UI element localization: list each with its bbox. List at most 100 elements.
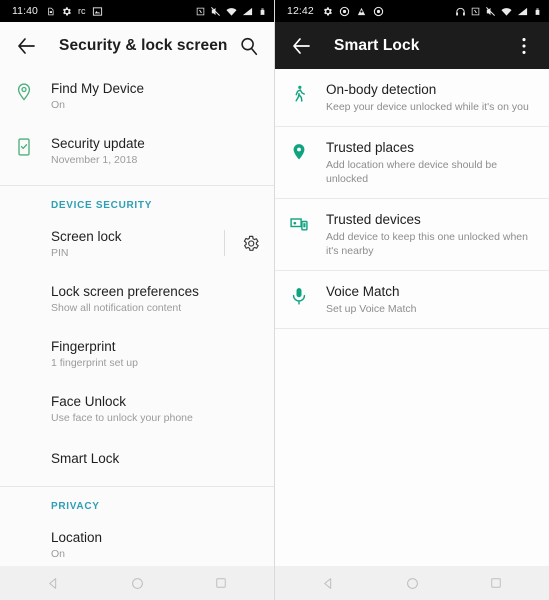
list-item-screen-lock[interactable]: Screen lock PIN bbox=[0, 217, 274, 272]
list-item-title: Security update bbox=[51, 136, 145, 151]
mute-icon bbox=[486, 6, 495, 16]
dual-screenshot-container: 11:40 rc Security & lock screen Find My … bbox=[0, 0, 549, 600]
list-item-location[interactable]: Location On bbox=[0, 518, 274, 566]
microphone-icon bbox=[289, 286, 309, 306]
back-arrow-icon[interactable] bbox=[14, 34, 38, 58]
list-item-text: Voice Match Set up Voice Match bbox=[326, 283, 533, 316]
record-icon bbox=[373, 6, 383, 16]
list-item-title: Smart Lock bbox=[51, 451, 120, 466]
status-bar-time: 11:40 bbox=[12, 5, 38, 17]
list-item-text: Fingerprint 1 fingerprint set up bbox=[51, 338, 260, 371]
nfc-icon bbox=[471, 7, 480, 15]
list-item-voice-match[interactable]: Voice Match Set up Voice Match bbox=[275, 271, 549, 328]
list-item-subtitle: Keep your device unlocked while it's on … bbox=[326, 101, 529, 113]
list-item-find-my-device[interactable]: Find My Device On bbox=[0, 69, 274, 124]
screenshot-icon bbox=[92, 6, 102, 16]
list-item-subtitle: November 1, 2018 bbox=[51, 154, 138, 166]
list-item-title: Find My Device bbox=[51, 81, 145, 96]
security-settings-list: Find My Device On Security update Novemb… bbox=[0, 69, 274, 566]
left-app-bar: Security & lock screen bbox=[0, 22, 274, 69]
list-item-title: On-body detection bbox=[326, 82, 437, 97]
list-item-lock-screen-preferences[interactable]: Lock screen preferences Show all notific… bbox=[0, 272, 274, 327]
list-item-title: Face Unlock bbox=[51, 394, 127, 409]
list-item-text: Trusted places Add location where device… bbox=[326, 139, 533, 186]
nav-back-icon[interactable] bbox=[315, 570, 341, 596]
nav-recents-icon[interactable] bbox=[208, 570, 234, 596]
location-pin-icon bbox=[14, 82, 34, 102]
page-title: Security & lock screen bbox=[59, 36, 228, 54]
status-bar-system-icons bbox=[455, 6, 542, 17]
nav-home-icon[interactable] bbox=[399, 570, 425, 596]
gear-icon[interactable] bbox=[241, 234, 260, 253]
rc-label-icon: rc bbox=[78, 5, 86, 16]
nav-recents-icon[interactable] bbox=[483, 570, 509, 596]
walking-person-icon bbox=[289, 84, 309, 104]
right-phone-screen: 12:42 Smart Lock On-body detection Keep … bbox=[275, 0, 549, 600]
status-bar-notification-icons: rc bbox=[46, 6, 103, 17]
list-item-smart-lock[interactable]: Smart Lock bbox=[0, 437, 274, 480]
hotspot-icon bbox=[357, 7, 365, 15]
left-status-bar: 11:40 rc bbox=[0, 0, 274, 22]
left-navigation-bar bbox=[0, 566, 274, 600]
headphone-icon bbox=[456, 7, 465, 16]
nfc-icon bbox=[196, 7, 205, 15]
list-item-text: Smart Lock bbox=[51, 450, 260, 467]
list-item-title: Fingerprint bbox=[51, 339, 116, 354]
gear-icon bbox=[323, 6, 332, 15]
list-item-subtitle: On bbox=[51, 99, 66, 111]
smart-lock-list: On-body detection Keep your device unloc… bbox=[275, 69, 549, 566]
list-item-title: Location bbox=[51, 530, 103, 545]
list-item-subtitle: Use face to unlock your phone bbox=[51, 412, 193, 424]
nav-back-icon[interactable] bbox=[40, 570, 66, 596]
list-item-text: Location On bbox=[51, 529, 260, 562]
list-item-trusted-places[interactable]: Trusted places Add location where device… bbox=[275, 127, 549, 198]
list-item-face-unlock[interactable]: Face Unlock Use face to unlock your phon… bbox=[0, 382, 274, 437]
status-bar-notification-icons bbox=[322, 6, 384, 17]
list-item-security-update[interactable]: Security update November 1, 2018 bbox=[0, 124, 274, 179]
list-item-subtitle: Add device to keep this one unlocked whe… bbox=[326, 231, 528, 257]
list-item-text: On-body detection Keep your device unloc… bbox=[326, 81, 533, 114]
list-item-text: Trusted devices Add device to keep this … bbox=[326, 211, 533, 258]
right-status-bar: 12:42 bbox=[275, 0, 549, 22]
list-item-subtitle: On bbox=[51, 548, 66, 560]
wifi-icon bbox=[501, 7, 512, 16]
list-item-text: Security update November 1, 2018 bbox=[51, 135, 260, 168]
gear-icon bbox=[62, 6, 71, 15]
list-item-text: Screen lock PIN bbox=[51, 228, 214, 261]
mute-icon bbox=[211, 6, 220, 16]
sim-card-icon bbox=[48, 7, 54, 15]
battery-icon bbox=[535, 8, 540, 15]
battery-icon bbox=[260, 8, 265, 15]
location-pin-icon bbox=[289, 142, 309, 162]
divider bbox=[275, 328, 549, 329]
list-item-text: Lock screen preferences Show all notific… bbox=[51, 283, 260, 316]
list-item-title: Lock screen preferences bbox=[51, 284, 199, 299]
right-app-bar: Smart Lock bbox=[275, 22, 549, 69]
list-item-on-body-detection[interactable]: On-body detection Keep your device unloc… bbox=[275, 69, 549, 126]
record-icon bbox=[339, 6, 349, 16]
list-item-title: Trusted places bbox=[326, 140, 415, 155]
list-item-title: Trusted devices bbox=[326, 212, 421, 227]
list-item-subtitle: Add location where device should be unlo… bbox=[326, 159, 498, 185]
left-phone-screen: 11:40 rc Security & lock screen Find My … bbox=[0, 0, 275, 600]
list-item-subtitle: Set up Voice Match bbox=[326, 303, 417, 315]
screen-lock-settings-group bbox=[224, 228, 260, 256]
list-item-title: Screen lock bbox=[51, 229, 122, 244]
overflow-menu-icon[interactable] bbox=[513, 35, 535, 57]
list-item-subtitle: PIN bbox=[51, 247, 69, 259]
nav-home-icon[interactable] bbox=[124, 570, 150, 596]
wifi-icon bbox=[226, 7, 237, 16]
list-item-fingerprint[interactable]: Fingerprint 1 fingerprint set up bbox=[0, 327, 274, 382]
vertical-divider bbox=[224, 230, 225, 256]
search-icon[interactable] bbox=[238, 35, 260, 57]
page-title: Smart Lock bbox=[334, 36, 420, 54]
list-item-trusted-devices[interactable]: Trusted devices Add device to keep this … bbox=[275, 199, 549, 270]
status-bar-time: 12:42 bbox=[287, 5, 314, 17]
list-item-subtitle: Show all notification content bbox=[51, 302, 182, 314]
back-arrow-icon[interactable] bbox=[289, 34, 313, 58]
right-navigation-bar bbox=[275, 566, 549, 600]
list-item-title: Voice Match bbox=[326, 284, 400, 299]
security-update-icon bbox=[14, 137, 34, 157]
trusted-devices-icon bbox=[289, 214, 309, 234]
list-item-text: Find My Device On bbox=[51, 80, 260, 113]
